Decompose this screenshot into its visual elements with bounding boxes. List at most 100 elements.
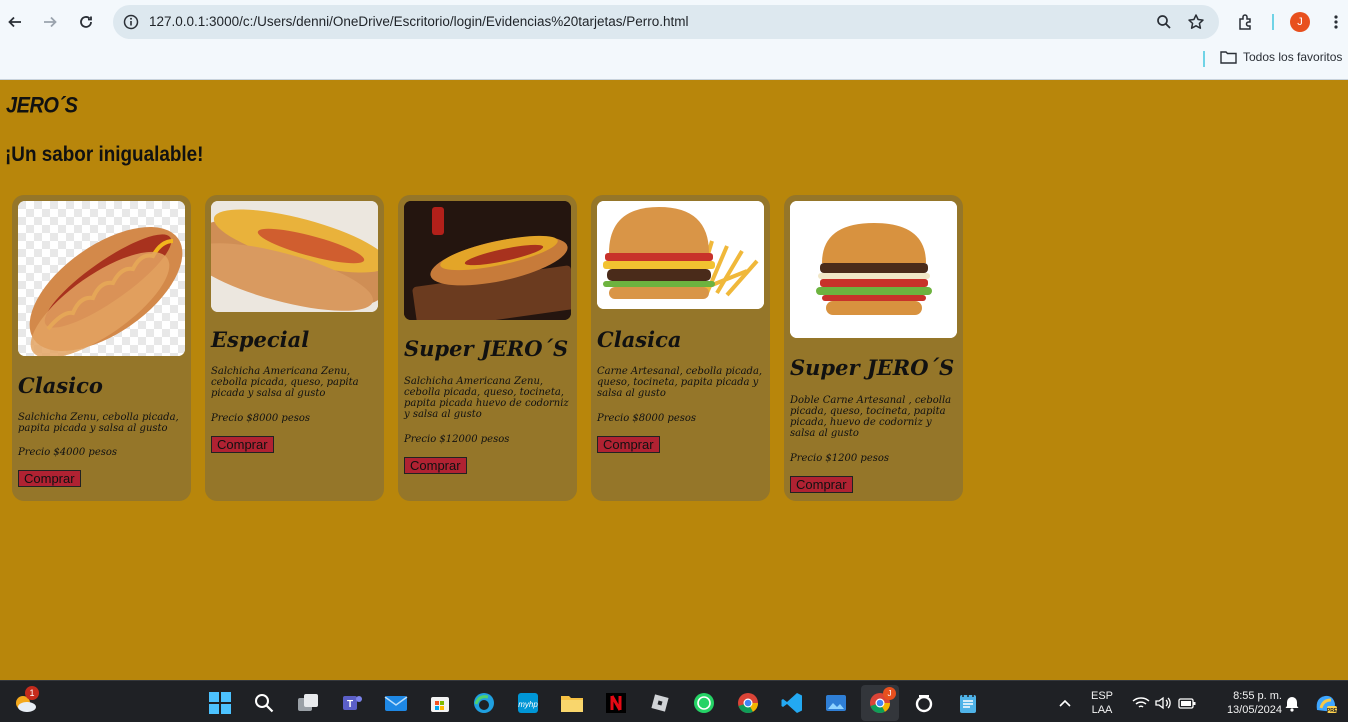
site-info-button[interactable] (121, 12, 141, 32)
vscode-app[interactable] (779, 690, 805, 716)
svg-text:T: T (347, 699, 353, 710)
whatsapp-app[interactable] (691, 690, 717, 716)
toolbar-separator (1272, 14, 1274, 30)
browser-menu-button[interactable] (1326, 12, 1346, 32)
product-card-super-jeros: Super JERO´S Salchicha Americana Zenu, c… (398, 195, 577, 501)
card-price: Precio $8000 pesos (597, 413, 697, 424)
edge-app[interactable] (471, 690, 497, 716)
photos-app[interactable] (823, 690, 849, 716)
teams-icon: T (343, 696, 362, 710)
windows-taskbar: 1 T myhp J ESP LAA 8:55 p. m. 13/05/2024… (0, 680, 1348, 722)
notepad-app[interactable] (955, 690, 981, 716)
store-app[interactable] (427, 690, 453, 716)
buy-button[interactable]: Comprar (790, 476, 853, 493)
weather-badge: 1 (25, 686, 39, 700)
kebab-menu-icon (1334, 15, 1338, 29)
keyboard-layout: LAA (1091, 704, 1113, 716)
copilot-icon: PRE (1316, 695, 1337, 714)
product-card-clasica: Clasica Carne Artesanal, cebolla picada,… (591, 195, 770, 501)
buy-button[interactable]: Comprar (211, 436, 274, 453)
hotdog-loaded-image (404, 201, 571, 320)
product-card-super-jeros-burger: Super JERO´S Doble Carne Artesanal , ceb… (784, 195, 963, 501)
store-icon (431, 697, 449, 712)
notifications-button[interactable] (1279, 690, 1305, 716)
copilot-button[interactable]: PRE (1312, 690, 1338, 716)
card-price: Precio $12000 pesos (404, 434, 510, 445)
search-button[interactable] (251, 690, 277, 716)
forward-button[interactable] (36, 8, 64, 36)
browser-toolbar: 127.0.0.1:3000/c:/Users/denni/OneDrive/E… (0, 0, 1348, 44)
netflix-app[interactable] (603, 690, 629, 716)
burger-fries-image (597, 201, 764, 309)
extensions-button[interactable] (1236, 12, 1256, 32)
netflix-icon (606, 693, 626, 713)
svg-text:myhp: myhp (518, 700, 538, 709)
photos-icon (826, 695, 846, 711)
puzzle-icon (1239, 14, 1251, 30)
file-explorer-app[interactable] (559, 690, 585, 716)
slogan-heading: ¡Un sabor inigualable! (5, 143, 204, 166)
all-bookmarks-label: Todos los favoritos (1243, 50, 1343, 64)
arrow-left-icon (8, 16, 21, 28)
hp-icon: myhp (518, 693, 538, 713)
zoom-button[interactable] (1154, 12, 1174, 32)
back-button[interactable] (1, 8, 29, 36)
volume-status[interactable] (1150, 690, 1176, 716)
hotdog-cheese-image (211, 201, 378, 312)
mail-app[interactable] (383, 690, 409, 716)
chrome-icon (738, 693, 759, 714)
speaker-icon (1155, 696, 1171, 710)
buy-button[interactable]: Comprar (597, 436, 660, 453)
folder-icon (561, 696, 583, 712)
card-description: Doble Carne Artesanal , cebolla picada, … (790, 395, 952, 439)
mail-icon (384, 696, 408, 711)
start-button[interactable] (207, 690, 233, 716)
notepad-icon (960, 693, 976, 713)
reload-icon (80, 16, 92, 28)
card-description: Salchicha Zenu, cebolla picada, papita p… (18, 412, 179, 434)
card-title: Super JERO´S (404, 336, 569, 361)
whatsapp-icon (694, 693, 714, 713)
address-bar[interactable]: 127.0.0.1:3000/c:/Users/denni/OneDrive/E… (113, 5, 1219, 39)
chevron-up-icon (1059, 699, 1071, 707)
buy-button[interactable]: Comprar (18, 470, 81, 487)
teams-app[interactable]: T (339, 690, 365, 716)
bookmark-star-button[interactable] (1186, 12, 1206, 32)
all-bookmarks-button[interactable]: Todos los favoritos (1220, 50, 1342, 64)
input-language[interactable]: ESP LAA (1088, 689, 1116, 717)
show-hidden-icons-button[interactable] (1052, 690, 1078, 716)
buy-button[interactable]: Comprar (404, 457, 467, 474)
brand-title: JERO´S (6, 93, 78, 119)
card-title: Super JERO´S (790, 355, 955, 380)
roblox-app[interactable] (647, 690, 673, 716)
arrow-right-icon (44, 16, 57, 28)
card-price: Precio $4000 pesos (18, 447, 118, 458)
profile-avatar[interactable]: J (1290, 12, 1310, 32)
task-view-button[interactable] (295, 690, 321, 716)
roblox-icon (651, 694, 669, 712)
url-text[interactable]: 127.0.0.1:3000/c:/Users/denni/OneDrive/E… (149, 14, 689, 29)
system-clock[interactable]: 8:55 p. m. 13/05/2024 (1208, 689, 1282, 717)
language-code: ESP (1090, 690, 1113, 702)
chrome-app[interactable] (735, 690, 761, 716)
windows-logo-icon (209, 692, 231, 714)
card-title: Clasico (18, 373, 103, 398)
info-icon (123, 14, 139, 30)
page-content: JERO´S ¡Un sabor inigualable! Clasico Sa… (0, 81, 1348, 679)
edge-icon (474, 693, 494, 713)
burger-double-image (790, 201, 957, 338)
cortana-app[interactable] (911, 690, 937, 716)
hp-app[interactable]: myhp (515, 690, 541, 716)
hotdog-mustard-image (18, 201, 185, 356)
bell-icon (1285, 697, 1299, 712)
reload-button[interactable] (72, 8, 100, 36)
folder-icon (1220, 51, 1237, 64)
card-price: Precio $8000 pesos (211, 413, 311, 424)
battery-status[interactable] (1174, 690, 1200, 716)
card-title: Especial (211, 327, 310, 352)
product-card-especial: Especial Salchicha Americana Zenu, cebol… (205, 195, 384, 501)
bookmarks-separator (1203, 51, 1205, 67)
wifi-icon (1132, 697, 1150, 708)
card-description: Salchicha Americana Zenu, cebolla picada… (211, 366, 359, 399)
vscode-icon (781, 693, 802, 713)
